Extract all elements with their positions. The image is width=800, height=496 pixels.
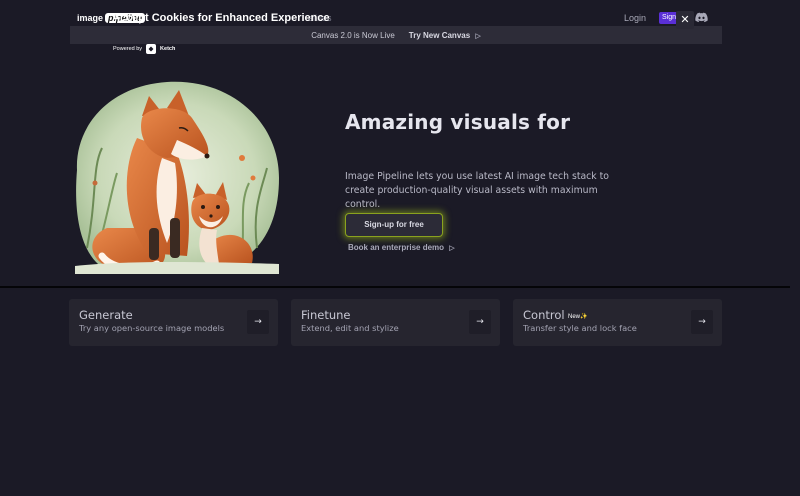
card-subtitle: Extend, edit and stylize <box>301 323 399 333</box>
play-icon: ▷ <box>475 32 481 40</box>
announcement-bar: Canvas 2.0 is Now Live Try New Canvas ▷ <box>70 26 722 44</box>
hero-title: Amazing visuals for <box>345 110 571 134</box>
discord-icon[interactable] <box>695 12 708 23</box>
close-icon[interactable]: ✕ <box>676 11 694 29</box>
powered-by-label: Powered by <box>113 46 143 52</box>
fox-illustration <box>75 81 280 274</box>
login-link[interactable]: Login <box>624 13 646 23</box>
play-icon: ▷ <box>449 245 455 252</box>
enterprise-demo-label: Book an enterprise demo <box>348 243 445 252</box>
sparkle-icon: ✨ <box>580 314 588 320</box>
logo-word-image: image <box>77 12 104 23</box>
finetune-card[interactable]: Finetune Extend, edit and stylize → <box>291 299 500 346</box>
arrow-right-icon[interactable]: → <box>691 310 713 334</box>
try-new-canvas-link[interactable]: Try New Canvas ▷ <box>409 31 481 40</box>
ketch-label: Ketch <box>160 46 176 52</box>
hero-description: Image Pipeline lets you use latest AI im… <box>345 171 609 210</box>
sign-up-for-free-button[interactable]: Sign-up for free <box>345 213 443 237</box>
control-card[interactable]: Control New✨ Transfer style and lock fac… <box>513 299 722 346</box>
powered-by-ketch[interactable]: Powered by Ketch <box>113 44 175 54</box>
announcement-text: Canvas 2.0 is Now Live <box>311 30 395 40</box>
new-badge: New✨ <box>568 313 588 320</box>
card-title: Generate <box>79 308 133 322</box>
new-badge-label: New <box>568 314 581 320</box>
generate-card[interactable]: Generate Try any open-source image model… <box>69 299 278 346</box>
card-title: Control <box>523 308 565 322</box>
arrow-right-icon[interactable]: → <box>469 310 491 334</box>
card-title: Finetune <box>301 308 351 322</box>
section-divider <box>0 286 790 288</box>
ketch-icon <box>146 44 157 54</box>
card-subtitle: Transfer style and lock face <box>523 323 637 333</box>
cookie-banner-title: Accept Cookies for Enhanced Experience <box>112 12 330 24</box>
try-new-canvas-label: Try New Canvas <box>408 30 471 40</box>
arrow-right-icon[interactable]: → <box>247 310 269 334</box>
card-subtitle: Try any open-source image models <box>79 323 225 333</box>
book-enterprise-demo-link[interactable]: Book an enterprise demo ▷ <box>348 243 455 252</box>
